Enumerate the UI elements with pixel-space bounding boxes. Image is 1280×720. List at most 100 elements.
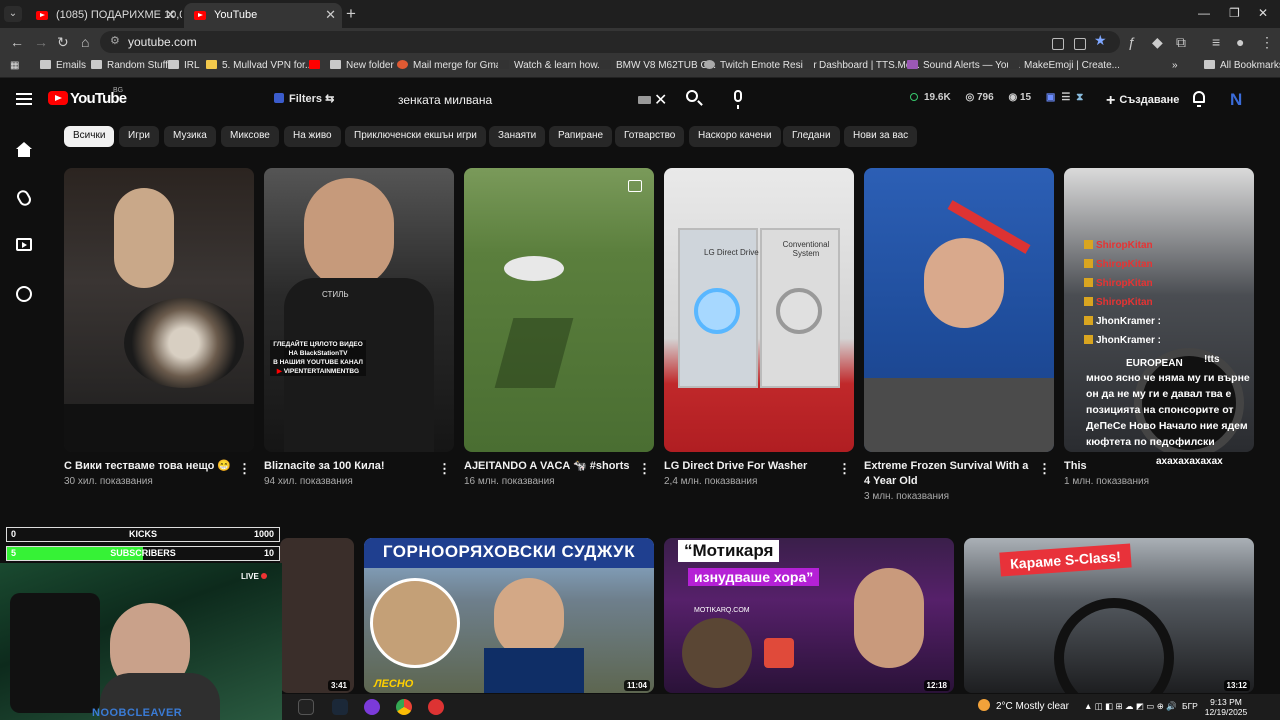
taskbar-app-icon[interactable] — [298, 699, 314, 715]
search-icon[interactable] — [686, 90, 698, 102]
chip[interactable]: Гледани — [783, 126, 840, 147]
forward-icon[interactable]: → — [34, 34, 48, 50]
chip[interactable]: Миксове — [221, 126, 279, 147]
video-title[interactable]: Extreme Frozen Survival With a 4 Year Ol… — [864, 459, 1034, 489]
bookmark-item[interactable]: MakeEmoji | Create... — [1008, 60, 1120, 71]
site-info-icon[interactable]: ⚙ — [110, 34, 120, 47]
bookmark-item[interactable]: 5. Mullvad VPN for... — [206, 60, 313, 71]
video-thumbnail[interactable]: ГОРНООРЯХОВСКИ СУДЖУК ЛЕСНО 11:04 — [364, 538, 654, 693]
chip[interactable]: Музика — [164, 126, 216, 147]
chrome-icon[interactable] — [396, 699, 412, 715]
browser-tab[interactable]: (1085) ПОДАРИХМЕ 10,00 ✕ — [26, 3, 182, 28]
bookmark-item[interactable]: BMW V8 M62TUB C... — [600, 60, 716, 71]
notifications-bell-icon[interactable] — [1193, 91, 1205, 107]
video-title[interactable]: Bliznacite за 100 Кила! — [264, 459, 434, 474]
create-button[interactable]: + Създаване — [1096, 86, 1189, 112]
chip[interactable]: Рапиране — [549, 126, 613, 147]
goal-label: SUBSCRIBERS — [110, 548, 176, 558]
save-shorts-icon[interactable] — [628, 180, 642, 192]
video-thumbnail[interactable] — [864, 168, 1054, 452]
weather-widget[interactable]: 2°C Mostly clear — [978, 699, 1069, 712]
back-icon[interactable]: ← — [10, 34, 24, 50]
reading-list-icon[interactable]: ≡ — [1212, 34, 1220, 50]
video-thumbnail[interactable]: 3:41 — [280, 538, 354, 693]
close-window-icon[interactable]: ✕ — [1258, 6, 1268, 20]
chip[interactable]: Игри — [119, 126, 159, 147]
chip[interactable]: Готварство — [615, 126, 685, 147]
cast-icon[interactable] — [1074, 38, 1086, 50]
extensions-puzzle-icon[interactable]: ⧉ — [1176, 34, 1186, 51]
bookmark-item[interactable]: Mail merge for Gma... — [397, 60, 510, 71]
extension-icon[interactable]: ƒ — [1128, 34, 1136, 50]
shorts-icon[interactable] — [14, 188, 34, 208]
tray-icons[interactable]: ▲ ◫ ◧ ⊞ ☁ ◩ ▭ ⊕ 🔊 — [1084, 701, 1177, 712]
video-title[interactable]: AJEITANDO A VACA 🐄 #shorts — [464, 459, 634, 474]
chip[interactable]: Занаяти — [489, 126, 546, 147]
search-input[interactable]: зенката милвана — [398, 93, 492, 107]
profile-icon[interactable]: ● — [1236, 34, 1244, 50]
menu-kebab-icon[interactable]: ⋮ — [1260, 34, 1274, 51]
video-title[interactable]: This — [1064, 459, 1087, 474]
browser-tab-active[interactable]: YouTube ✕ — [184, 3, 342, 28]
search-box[interactable]: зенката милвана ✕ — [386, 86, 676, 114]
steam-icon[interactable] — [332, 699, 348, 715]
bookmark-item[interactable]: Emails — [40, 60, 86, 71]
bookmark-item[interactable]: Random Stuff — [91, 60, 168, 71]
video-thumbnail[interactable]: Караме S-Class! 13:12 — [964, 538, 1254, 693]
apps-icon[interactable]: ▦ — [10, 60, 19, 71]
more-actions-icon[interactable]: ⋮ — [638, 461, 651, 477]
video-thumbnail[interactable]: “Мотикаря изнудваше хора” MOTIKARQ.COM 1… — [664, 538, 954, 693]
filters-button[interactable]: Filters ⇆ — [266, 88, 342, 112]
restore-icon[interactable]: ❐ — [1229, 6, 1240, 20]
more-actions-icon[interactable]: ⋮ — [438, 461, 451, 477]
home-icon[interactable]: ⌂ — [81, 34, 89, 50]
video-title[interactable]: LG Direct Drive For Washer — [664, 459, 834, 474]
taskbar-app-icon[interactable] — [364, 699, 380, 715]
bookmark-item[interactable]: Dashboard | TTS.Mo... — [803, 60, 920, 71]
bookmarks-overflow-icon[interactable]: » — [1172, 60, 1178, 71]
clock[interactable]: 9:13 PM 12/19/2025 — [1204, 697, 1248, 717]
bookmark-item[interactable]: Sound Alerts — You... — [907, 60, 1020, 71]
address-bar[interactable]: ⚙ youtube.com ★ — [100, 31, 1120, 53]
translate-icon[interactable] — [1052, 38, 1064, 50]
close-tab-icon[interactable]: ✕ — [165, 7, 176, 23]
obs-icon[interactable] — [428, 699, 444, 715]
keyboard-icon[interactable] — [638, 96, 651, 104]
close-tab-icon[interactable]: ✕ — [325, 7, 336, 23]
bookmark-item[interactable]: Twitch Emote Resizer — [704, 60, 817, 71]
chip[interactable]: Приключенски екшън игри — [345, 126, 486, 147]
language-indicator[interactable]: БГР — [1182, 701, 1198, 711]
video-thumbnail[interactable] — [64, 168, 254, 452]
chat-line: JhonKramer : — [1084, 316, 1161, 327]
new-tab-button[interactable]: + — [346, 4, 356, 24]
all-bookmarks[interactable]: All Bookmarks — [1204, 60, 1280, 71]
extension-icon[interactable]: ◆ — [1152, 34, 1163, 51]
minimize-icon[interactable]: — — [1198, 6, 1210, 20]
youtube-logo-icon[interactable] — [48, 91, 68, 105]
you-icon[interactable] — [16, 286, 32, 302]
bookmark-item[interactable]: Watch & learn how... — [498, 60, 605, 71]
chip-all[interactable]: Всички — [64, 126, 115, 147]
guide-menu-icon[interactable] — [16, 93, 32, 105]
microphone-icon[interactable] — [734, 90, 742, 109]
bookmark-item[interactable] — [309, 60, 325, 71]
chip[interactable]: Нови за вас — [844, 126, 918, 147]
tab-search-button[interactable]: ⌄ — [4, 6, 22, 22]
chip[interactable]: На живо — [284, 126, 341, 147]
more-actions-icon[interactable]: ⋮ — [1038, 461, 1051, 477]
more-actions-icon[interactable]: ⋮ — [838, 461, 851, 477]
subscriptions-icon[interactable] — [16, 238, 32, 251]
video-thumbnail[interactable]: СТИЛЬ ГЛЕДАЙТЕ ЦЯЛОТО ВИДЕО НА BlackStati… — [264, 168, 454, 452]
video-thumbnail[interactable]: LG Direct Drive Conventional System — [664, 168, 854, 452]
avatar[interactable]: N — [1230, 90, 1242, 110]
reload-icon[interactable]: ↻ — [57, 34, 69, 51]
video-thumbnail[interactable] — [464, 168, 654, 452]
home-icon[interactable] — [16, 142, 32, 158]
bookmark-item[interactable]: IRL — [168, 60, 200, 71]
video-title[interactable]: С Вики тестваме това нещо 😁 — [64, 459, 234, 474]
bookmark-star-icon[interactable]: ★ — [1094, 32, 1107, 49]
chip[interactable]: Наскоро качени — [689, 126, 781, 147]
bookmark-item[interactable]: New folder — [330, 60, 394, 71]
clear-search-icon[interactable]: ✕ — [654, 90, 667, 110]
more-actions-icon[interactable]: ⋮ — [238, 461, 251, 477]
